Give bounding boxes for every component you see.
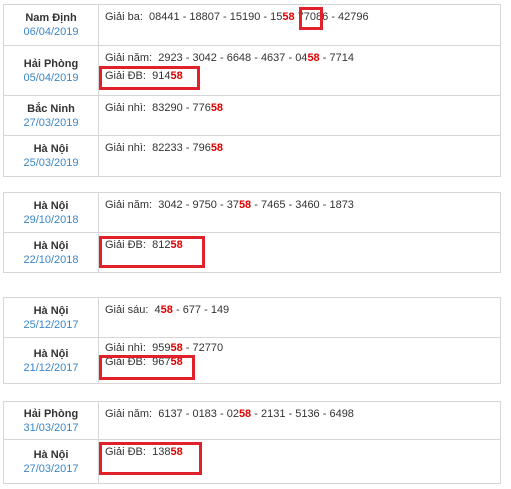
result-cell: Giải nhì: 83290 - 77658 [98, 95, 501, 136]
prize-numbers: 959 [152, 342, 171, 354]
matched-digits: 58 [160, 304, 173, 316]
prize-label: Giải ba: [105, 11, 143, 23]
prize-label: Giải nhì: [105, 102, 146, 114]
table-row: Bắc Ninh 27/03/2019 Giải nhì: 83290 - 77… [3, 95, 501, 136]
location-cell: Hà Nội 29/10/2018 [3, 192, 99, 233]
draw-date: 31/03/2017 [23, 421, 79, 434]
table-row: Hà Nội 21/12/2017 Giải nhì: 95958 - 7277… [3, 337, 501, 384]
table-row: Nam Định 06/04/2019 Giải ba: 08441 - 188… [3, 4, 501, 46]
matched-digits: 58 [282, 11, 295, 23]
prize-line: Giải sáu: 458 - 677 - 149 [105, 302, 500, 318]
prize-numbers-rest: - 2131 - 5136 - 6498 [251, 408, 354, 420]
results-table-2: Hà Nội 29/10/2018 Giải năm: 3042 - 9750 … [3, 192, 501, 273]
location-cell: Hà Nội 21/12/2017 [3, 337, 99, 384]
results-table-1: Nam Định 06/04/2019 Giải ba: 08441 - 188… [3, 4, 501, 177]
prize-label: Giải nhì: [105, 342, 146, 354]
highlight-box [99, 355, 195, 380]
province-name: Nam Định [25, 12, 77, 24]
location-cell: Nam Định 06/04/2019 [3, 4, 99, 46]
table-row: Hải Phòng 05/04/2019 Giải năm: 2923 - 30… [3, 45, 501, 96]
prize-numbers: 3042 - 9750 - 37 [158, 199, 239, 211]
table-row: Hà Nội 22/10/2018 Giải ĐB: 81258 [3, 232, 501, 273]
matched-digits: 58 [238, 408, 252, 420]
matched-digits: 58 [307, 52, 320, 64]
highlight-box [99, 236, 205, 268]
highlight-box [99, 442, 202, 475]
prize-line: Giải năm: 2923 - 3042 - 6648 - 4637 - 04… [105, 50, 500, 66]
prize-label: Giải năm: [105, 52, 153, 64]
location-cell: Hải Phòng 05/04/2019 [3, 45, 99, 96]
prize-line: Giải năm: 6137 - 0183 - 0258 - 2131 - 51… [105, 406, 500, 422]
prize-numbers-rest: - 677 - 149 [172, 304, 230, 316]
draw-date: 25/03/2019 [23, 157, 79, 169]
prize-numbers: 2923 - 3042 - 6648 - 4637 - 04 [158, 52, 308, 64]
prize-numbers: 82233 - 796 [152, 142, 211, 154]
province-name: Hà Nội [33, 448, 69, 461]
result-cell: Giải năm: 6137 - 0183 - 0258 - 2131 - 51… [98, 401, 501, 440]
location-cell: Hà Nội 27/03/2017 [3, 439, 99, 484]
province-name: Hà Nội [33, 304, 69, 317]
highlight-box [299, 7, 323, 30]
table-row: Hà Nội 27/03/2017 Giải ĐB: 13858 [3, 439, 501, 484]
province-name: Hà Nội [33, 347, 69, 360]
table-row: Hà Nội 25/12/2017 Giải sáu: 458 - 677 - … [3, 297, 501, 338]
province-name: Hà Nội [33, 143, 69, 155]
prize-numbers: 83290 - 776 [152, 102, 211, 114]
prize-label: Giải năm: [105, 408, 153, 420]
province-name: Hà Nội [33, 239, 69, 252]
matched-digits: 58 [170, 342, 183, 354]
prize-numbers-rest: - 72770 [182, 342, 224, 354]
draw-date: 05/04/2019 [23, 71, 79, 84]
draw-date: 06/04/2019 [23, 26, 79, 38]
matched-digits: 58 [238, 199, 252, 211]
matched-digits: 58 [210, 102, 224, 114]
prize-label: Giải năm: [105, 199, 153, 211]
province-name: Hà Nội [33, 199, 69, 212]
location-cell: Hà Nội 22/10/2018 [3, 232, 99, 273]
prize-line: Giải nhì: 83290 - 77658 [105, 100, 500, 116]
draw-date: 27/03/2019 [23, 116, 79, 129]
draw-date: 29/10/2018 [23, 213, 79, 226]
result-cell: Giải năm: 3042 - 9750 - 3758 - 7465 - 34… [98, 192, 501, 233]
result-cell: Giải sáu: 458 - 677 - 149 [98, 297, 501, 338]
province-name: Hải Phòng [23, 407, 79, 420]
location-cell: Bắc Ninh 27/03/2019 [3, 95, 99, 136]
prize-label: Giải nhì: [105, 142, 146, 154]
highlight-box [99, 66, 200, 90]
matched-digits: 58 [210, 142, 224, 154]
result-cell: Giải nhì: 82233 - 79658 [98, 135, 501, 177]
prize-numbers-rest: - 7465 - 3460 - 1873 [251, 199, 354, 211]
draw-date: 27/03/2017 [23, 462, 79, 475]
prize-label: Giải sáu: [105, 304, 149, 316]
location-cell: Hà Nội 25/03/2019 [3, 135, 99, 177]
location-cell: Hà Nội 25/12/2017 [3, 297, 99, 338]
table-row: Hà Nội 29/10/2018 Giải năm: 3042 - 9750 … [3, 192, 501, 233]
draw-date: 21/12/2017 [23, 361, 79, 374]
prize-line: Giải nhì: 82233 - 79658 [105, 140, 500, 156]
table-row: Hà Nội 25/03/2019 Giải nhì: 82233 - 7965… [3, 135, 501, 177]
draw-date: 22/10/2018 [23, 253, 79, 266]
results-table-4: Hải Phòng 31/03/2017 Giải năm: 6137 - 01… [3, 401, 501, 484]
prize-numbers: 08441 - 18807 - 15190 - 15 [149, 11, 283, 23]
prize-numbers-rest: - 7714 [319, 52, 354, 64]
table-row: Hải Phòng 31/03/2017 Giải năm: 6137 - 01… [3, 401, 501, 440]
prize-numbers: 6137 - 0183 - 02 [158, 408, 239, 420]
province-name: Bắc Ninh [27, 102, 75, 115]
results-table-3: Hà Nội 25/12/2017 Giải sáu: 458 - 677 - … [3, 297, 501, 384]
province-name: Hải Phòng [23, 57, 79, 70]
prize-line: Giải năm: 3042 - 9750 - 3758 - 7465 - 34… [105, 197, 500, 213]
location-cell: Hải Phòng 31/03/2017 [3, 401, 99, 440]
draw-date: 25/12/2017 [23, 318, 79, 331]
